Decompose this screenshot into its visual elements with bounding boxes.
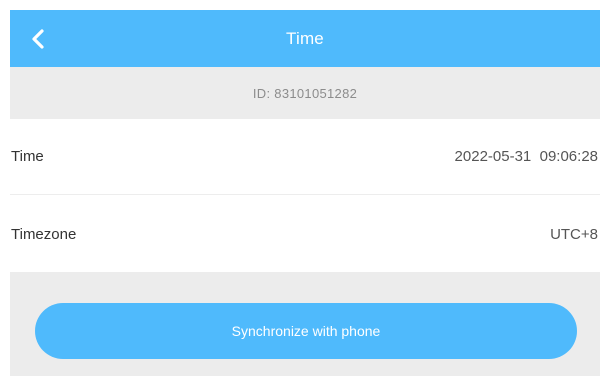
back-button[interactable] (24, 21, 52, 57)
synchronize-with-phone-button[interactable]: Synchronize with phone (35, 303, 577, 359)
device-id-bar: ID: 83101051282 (10, 67, 600, 119)
timezone-row: Timezone UTC+8 (10, 196, 600, 272)
action-area: Synchronize with phone (10, 272, 600, 376)
page-title: Time (286, 28, 324, 48)
app-header: Time (10, 10, 600, 67)
timezone-value: UTC+8 (550, 225, 598, 243)
chevron-left-icon (32, 28, 44, 49)
time-label: Time (11, 148, 44, 165)
time-row: Time 2022-05-31 09:06:28 (10, 119, 600, 195)
time-value: 2022-05-31 09:06:28 (454, 148, 598, 165)
timezone-label: Timezone (11, 225, 77, 243)
device-id-value: 83101051282 (274, 85, 358, 101)
device-id-label: ID: (252, 85, 271, 101)
time-settings-screen: Time ID: 83101051282 Time 2022-05-31 09:… (0, 0, 600, 376)
